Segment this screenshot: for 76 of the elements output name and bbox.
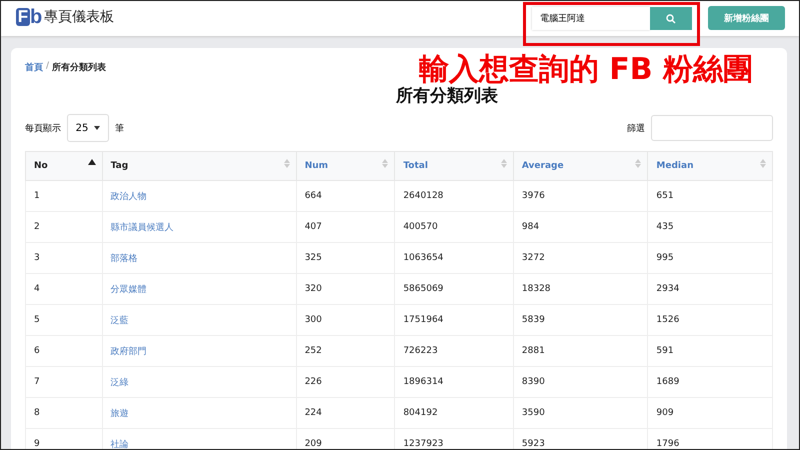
breadcrumb-item[interactable]: 首頁 (25, 61, 43, 74)
page-title: 所有分類列表 (394, 86, 499, 106)
caret-icon (94, 126, 100, 130)
table-cell: 984 (522, 222, 540, 232)
table-cell: 435 (656, 222, 674, 232)
tag-link[interactable]: 社論 (110, 440, 129, 449)
table-cell: 8390 (522, 377, 545, 387)
table-cell: 3 (34, 253, 40, 263)
filter-field[interactable] (651, 115, 773, 141)
tag-link[interactable]: 縣市議員候選人 (110, 222, 174, 232)
table-cell: 3272 (522, 253, 545, 263)
table-cell: 995 (656, 253, 674, 263)
add-page-button[interactable]: 新增粉絲團 (708, 6, 785, 30)
table-cell: 7 (34, 377, 40, 387)
tag-link[interactable]: 泛綠 (110, 378, 129, 388)
table-cell: 4 (34, 284, 40, 294)
tag-link[interactable]: 旅遊 (110, 408, 129, 418)
table-cell: 6 (34, 346, 40, 356)
tag-link[interactable]: 泛藍 (110, 316, 129, 326)
table-cell: 2881 (522, 346, 545, 356)
table-cell: 18328 (522, 284, 551, 294)
table-cell: 1063654 (403, 253, 444, 263)
column-header[interactable]: No (26, 152, 102, 180)
table-cell: 226 (304, 377, 322, 387)
table-cell: 651 (656, 191, 674, 201)
table-cell: 1896314 (403, 377, 444, 387)
search-button[interactable] (650, 7, 692, 30)
table-cell: 1689 (656, 377, 680, 387)
table-cell: 224 (304, 408, 322, 418)
table-cell: 2934 (656, 284, 680, 294)
search-icon (666, 14, 676, 24)
table-cell: 320 (304, 284, 322, 294)
table-cell: 2640128 (403, 191, 444, 201)
table-cell: 1796 (656, 439, 680, 449)
page-size-label: 每頁顯示 (25, 122, 61, 134)
table-cell: 300 (304, 315, 322, 325)
column-header[interactable]: Total (394, 152, 514, 180)
column-header[interactable]: Average (513, 152, 648, 180)
table-cell: 1526 (656, 315, 680, 325)
table-cell: 591 (656, 346, 674, 356)
table-cell: 909 (656, 408, 674, 418)
table-cell: 5839 (522, 315, 545, 325)
search-field[interactable]: 電腦王阿達 (532, 7, 650, 30)
table-cell: 2 (34, 222, 40, 232)
column-header[interactable]: Tag (102, 152, 296, 180)
table-cell: 5865069 (403, 284, 444, 294)
annotation-text: 輸入想查詢的 FB 粉絲團 (418, 55, 753, 85)
table-cell: 209 (304, 439, 322, 449)
table-cell: 252 (304, 346, 322, 356)
tag-link[interactable]: 政府部門 (110, 346, 147, 356)
table-cell: 1 (34, 191, 40, 201)
table-cell: 3976 (522, 191, 545, 201)
breadcrumb-item: 所有分類列表 (52, 61, 106, 74)
table-cell: 726223 (403, 346, 438, 356)
filter-label: 篩選 (627, 122, 645, 134)
breadcrumb-separator: / (46, 61, 50, 73)
tag-link[interactable]: 分眾媒體 (110, 284, 147, 294)
table-cell: 407 (304, 222, 322, 232)
table-cell: 9 (34, 439, 40, 449)
column-header[interactable]: Num (296, 152, 395, 180)
table-cell: 400570 (403, 222, 438, 232)
table-cell: 1237923 (403, 439, 444, 449)
tag-link[interactable]: 政治人物 (110, 192, 147, 202)
table-cell: 5923 (522, 439, 545, 449)
table-cell: 1751964 (403, 315, 444, 325)
app-title: 專頁儀表板 (44, 8, 114, 26)
column-header[interactable]: Median (648, 152, 772, 180)
page-size-select[interactable]: 25 (67, 114, 109, 142)
table-cell: 325 (304, 253, 322, 263)
table-cell: 5 (34, 315, 40, 325)
table-cell: 804192 (403, 408, 438, 418)
table-cell: 8 (34, 408, 40, 418)
page-size-unit: 筆 (115, 122, 124, 134)
tag-link[interactable]: 部落格 (110, 254, 138, 264)
table-cell: 664 (304, 191, 322, 201)
table-cell: 3590 (522, 408, 545, 418)
